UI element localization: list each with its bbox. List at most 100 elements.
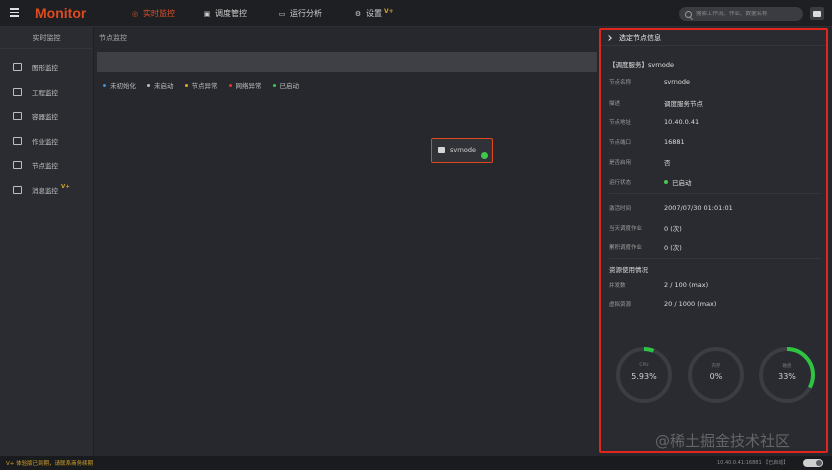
info-row: 当天调度作业 0 (次) <box>609 223 682 233</box>
license-warning: V+ 体验版已到期，请联系商务续期 <box>6 461 94 467</box>
node-label: svrnode <box>450 146 477 154</box>
node-status-dot <box>481 152 488 159</box>
monitor-icon <box>13 63 22 72</box>
sidebar: 实时监控 图形监控 工程监控 容器监控 作业监控 节点监控 消息监控 V+ <box>0 27 94 456</box>
theme-toggle[interactable] <box>803 459 823 467</box>
watermark: @稀土掘金技术社区 <box>655 432 791 450</box>
sidebar-item-label: 作业监控 <box>32 137 58 146</box>
info-row: 虚拟资源 20 / 1000 (max) <box>609 300 716 308</box>
cpu-gauge: CPU 5.93% <box>615 346 673 404</box>
legend-item: 网络异常 <box>228 80 262 90</box>
search-input[interactable] <box>696 11 796 17</box>
gauge-value: 33% <box>778 372 796 381</box>
sidebar-item-label: 容器监控 <box>32 113 58 122</box>
server-status-text: 10.40.0.41:16881 【已启动】 <box>717 460 789 466</box>
info-key: 当天调度作业 <box>609 226 643 232</box>
sidebar-item-graphic-monitor[interactable]: 图形监控 <box>0 55 93 80</box>
info-row: 描述 调度服务节点 <box>609 98 703 108</box>
info-key: 运行状态 <box>609 180 632 186</box>
sidebar-item-message-monitor[interactable]: 消息监控 V+ <box>0 178 93 203</box>
gear-icon: ⚙ <box>354 9 362 18</box>
status-legend: 未初始化 未启动 节点异常 网络异常 已启动 <box>103 80 299 90</box>
info-value: 10.40.0.41 <box>664 118 700 126</box>
info-row: 激活时间 2007/07/30 01:01:01 <box>609 204 733 212</box>
info-key: 并发数 <box>609 283 626 289</box>
legend-label: 已启动 <box>279 82 300 90</box>
messages-button[interactable] <box>810 7 824 20</box>
top-bar: Monitor ◎ 实时监控 ▣ 调度管控 ▭ 运行分析 ⚙ 设置 V+ <box>0 0 832 27</box>
legend-dot <box>228 83 232 87</box>
chat-icon <box>813 10 821 17</box>
info-row: 累积调度作业 0 (次) <box>609 242 682 252</box>
legend-dot <box>184 83 188 87</box>
nav-label: 调度管控 <box>215 9 247 18</box>
sidebar-title: 实时监控 <box>0 27 93 49</box>
info-value: 2007/07/30 01:01:01 <box>664 204 733 212</box>
sidebar-item-project-monitor[interactable]: 工程监控 <box>0 80 93 105</box>
nav-run-analysis[interactable]: ▭ 运行分析 <box>278 0 322 27</box>
legend-label: 未启动 <box>154 82 174 90</box>
gauge-value: 5.93% <box>631 372 657 381</box>
gauge-name: CPU <box>639 363 649 368</box>
node-card-svrnode[interactable]: svrnode <box>431 138 493 163</box>
info-key: 累积调度作业 <box>609 245 643 251</box>
info-key: 描述 <box>609 101 621 107</box>
page-title: 节点监控 <box>99 34 127 42</box>
node-tree-icon <box>13 161 22 170</box>
info-value: 16881 <box>664 138 685 146</box>
service-title: 【调度服务】svrnode <box>609 61 675 69</box>
status-bar: V+ 体验版已到期，请联系商务续期 10.40.0.41:16881 【已启动】 <box>0 456 832 470</box>
sidebar-item-job-monitor[interactable]: 作业监控 <box>0 129 93 154</box>
legend-label: 网络异常 <box>235 82 262 90</box>
search-box[interactable] <box>679 7 803 21</box>
info-row: 并发数 2 / 100 (max) <box>609 281 708 289</box>
status-value: 已启动 <box>664 177 692 187</box>
vplus-badge: V+ <box>384 7 394 15</box>
sidebar-item-node-monitor[interactable]: 节点监控 <box>0 153 93 178</box>
nav-schedule-control[interactable]: ▣ 调度管控 <box>203 0 247 27</box>
info-value: 否 <box>664 159 671 167</box>
info-value: 调度服务节点 <box>664 100 703 108</box>
info-key: 节点端口 <box>609 140 632 146</box>
info-key: 节点名称 <box>609 80 632 86</box>
info-row: 节点地址 10.40.0.41 <box>609 118 699 126</box>
gauge-name: 磁盘 <box>782 364 792 369</box>
info-row: 是否启用 否 <box>609 157 671 167</box>
info-key: 节点地址 <box>609 120 632 126</box>
nav-label: 设置 <box>366 9 382 18</box>
hamburger-menu-icon[interactable] <box>10 8 19 17</box>
status-text: 已启动 <box>672 179 692 187</box>
schedule-control-icon: ▣ <box>203 9 211 18</box>
info-row: 节点名称 svrnode <box>609 78 690 86</box>
vplus-badge: V+ <box>61 184 70 191</box>
legend-item: 已启动 <box>272 80 300 90</box>
main-panel: 节点监控 未初始化 未启动 节点异常 网络异常 已启动 svrnode <box>95 27 597 456</box>
info-value: 0 (次) <box>664 225 682 233</box>
legend-item: 节点异常 <box>184 80 218 90</box>
info-value: 2 / 100 (max) <box>664 281 709 289</box>
info-key: 激活时间 <box>609 206 632 212</box>
divider <box>609 193 821 194</box>
info-row: 节点端口 16881 <box>609 138 685 146</box>
sidebar-item-label: 节点监控 <box>32 162 58 171</box>
info-key: 是否启用 <box>609 160 632 166</box>
divider <box>609 258 821 259</box>
nav-label: 实时监控 <box>143 9 175 18</box>
legend-label: 未初始化 <box>110 82 136 90</box>
info-value: 0 (次) <box>664 244 682 252</box>
info-key: 虚拟资源 <box>609 302 632 308</box>
legend-dot <box>272 83 276 87</box>
nav-settings[interactable]: ⚙ 设置 V+ <box>354 0 394 27</box>
legend-label: 节点异常 <box>191 82 218 90</box>
memory-gauge: 内存 0% <box>687 346 745 404</box>
sidebar-item-container-monitor[interactable]: 容器监控 <box>0 104 93 129</box>
gauge-value: 0% <box>709 372 723 381</box>
sidebar-item-label: 工程监控 <box>32 88 58 97</box>
app-brand: Monitor <box>35 5 87 21</box>
legend-item: 未初始化 <box>103 80 136 90</box>
status-dot <box>664 180 668 184</box>
nav-realtime-monitor[interactable]: ◎ 实时监控 <box>131 0 175 27</box>
realtime-monitor-icon: ◎ <box>131 9 139 18</box>
info-panel-header[interactable]: 选定节点信息 <box>601 30 826 46</box>
container-icon <box>13 112 22 121</box>
